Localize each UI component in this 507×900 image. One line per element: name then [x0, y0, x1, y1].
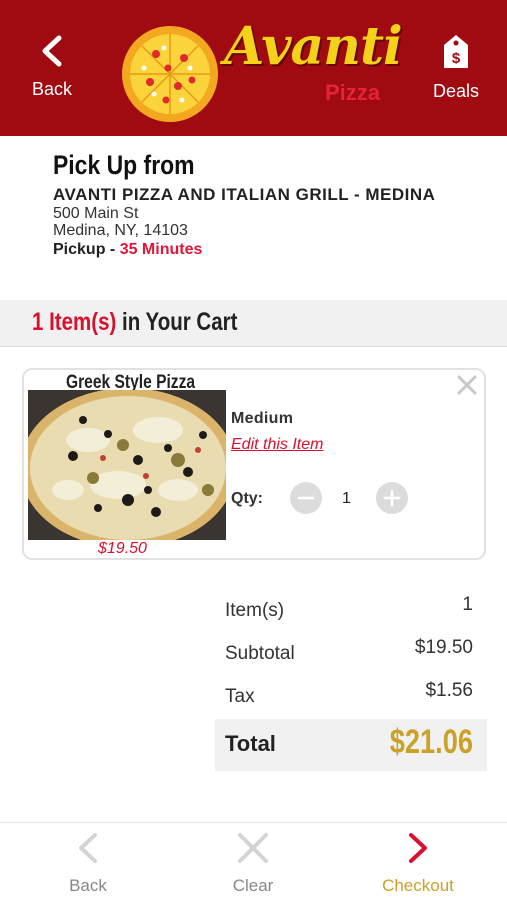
svg-text:$: $ [452, 50, 461, 67]
checkout-button[interactable]: Checkout [358, 831, 478, 896]
footer-back-label: Back [69, 876, 107, 895]
tax-label: Tax [225, 686, 255, 707]
quantity-label: Qty: [231, 490, 263, 507]
cart-item-card: Greek Style Pizza $19.50 Medium Edit thi… [22, 368, 486, 560]
chevron-left-icon [79, 833, 97, 863]
back-button[interactable]: Back [12, 34, 92, 100]
total-row: Total $21.06 [215, 719, 487, 771]
clear-label: Clear [232, 876, 274, 895]
pizza-photo-image [28, 390, 226, 540]
item-size: Medium [231, 410, 294, 427]
store-name: AVANTI PIZZA AND ITALIAN GRILL - MEDINA [53, 185, 436, 204]
total-label: Total [225, 731, 276, 756]
footer-back-button[interactable]: Back [28, 831, 148, 896]
pickup-info: Pick Up from AVANTI PIZZA AND ITALIAN GR… [53, 150, 493, 259]
order-totals: Item(s) 1 Subtotal $19.50 Tax $1.56 Tota… [215, 590, 487, 771]
quantity-value: 1 [342, 490, 351, 507]
increase-quantity-button[interactable] [376, 482, 408, 514]
cart-count-heading: 1 Item(s) in Your Cart [32, 308, 237, 337]
remove-item-button[interactable] [456, 374, 478, 400]
edit-item-link[interactable]: Edit this Item [231, 436, 323, 454]
plus-icon [383, 489, 401, 507]
tax-row: Tax $1.56 [215, 676, 487, 719]
deals-button[interactable]: $ Deals [416, 34, 496, 102]
cart-count-suffix: in Your Cart [116, 308, 238, 336]
subtotal-row: Subtotal $19.50 [215, 633, 487, 676]
checkout-label: Checkout [382, 876, 454, 895]
minus-icon [297, 496, 315, 500]
clear-cart-button[interactable]: Clear [193, 831, 313, 896]
cart-count: 1 Item(s) [32, 308, 117, 336]
chevron-left-icon [42, 35, 62, 67]
pickup-time: Pickup - 35 Minutes [53, 241, 493, 259]
total-value: $21.06 [389, 723, 473, 761]
address-line-2: Medina, NY, 14103 [53, 222, 188, 239]
subtotal-value: $19.50 [414, 637, 473, 658]
items-count-row: Item(s) 1 [215, 590, 487, 633]
items-count-label: Item(s) [225, 600, 285, 621]
subtotal-label: Subtotal [225, 643, 295, 664]
price-tag-icon: $ [444, 35, 468, 68]
decrease-quantity-button[interactable] [290, 482, 322, 514]
pizza-logo-icon [122, 26, 218, 122]
logo-subtitle: Pizza [325, 80, 381, 105]
items-count-value: 1 [462, 594, 473, 615]
bottom-action-bar: Back Clear Checkout [0, 822, 507, 900]
pickup-time-label: Pickup - [53, 241, 120, 258]
pickup-title: Pick Up from [53, 150, 195, 180]
pizza-photo [28, 390, 226, 540]
item-price: $19.50 [98, 540, 147, 557]
back-label: Back [31, 79, 73, 99]
chevron-right-icon [409, 833, 427, 863]
deals-label: Deals [432, 81, 480, 101]
x-icon [238, 833, 268, 863]
logo-wordmark: Avanti [224, 16, 403, 77]
tax-value: $1.56 [425, 680, 473, 701]
pickup-time-value: 35 Minutes [119, 241, 203, 258]
avanti-pizza-logo: Avanti Pizza [120, 16, 410, 124]
cart-summary-bar: 1 Item(s) in Your Cart [0, 300, 507, 347]
address-line-1: 500 Main St [53, 205, 139, 222]
app-header: Back Avanti Pizza $ Deals [0, 0, 507, 136]
close-icon [457, 375, 477, 395]
